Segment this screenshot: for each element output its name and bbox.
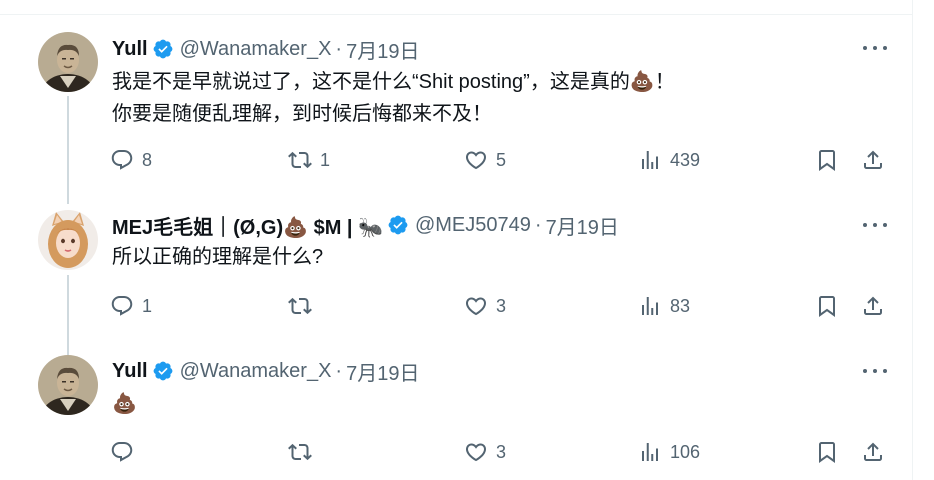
action-bar: 8 1 5 439 bbox=[108, 145, 890, 175]
bookmark-icon bbox=[815, 294, 839, 318]
display-name[interactable]: MEJ毛毛姐｜(Ø,G)💩 $M | 🐜 bbox=[112, 211, 383, 240]
like-count: 3 bbox=[496, 295, 507, 316]
views-icon bbox=[638, 294, 662, 318]
portrait-woman-animal-ears-icon bbox=[38, 210, 98, 270]
retweet-icon bbox=[288, 440, 312, 464]
tweet-text: 所以正确的理解是什么? bbox=[112, 241, 323, 273]
like-count: 5 bbox=[496, 149, 507, 170]
retweet-icon bbox=[288, 148, 312, 172]
heart-icon bbox=[464, 294, 488, 318]
user-handle[interactable]: @MEJ50749 bbox=[415, 214, 531, 237]
tweet-text-line: 我是不是早就说过了，这不是什么“Shit posting”，这是真的💩！ bbox=[112, 71, 675, 93]
user-handle[interactable]: @Wanamaker_X bbox=[180, 38, 332, 61]
tweet-text-line: 所以正确的理解是什么? bbox=[112, 246, 324, 268]
avatar[interactable] bbox=[38, 210, 98, 270]
like-button[interactable]: 3 bbox=[464, 437, 506, 467]
bookmark-button[interactable] bbox=[815, 145, 839, 175]
bookmark-button[interactable] bbox=[815, 437, 839, 467]
share-icon bbox=[861, 294, 885, 318]
share-icon bbox=[861, 148, 885, 172]
bookmark-icon bbox=[815, 148, 839, 172]
column-border bbox=[912, 0, 913, 480]
share-icon bbox=[861, 440, 885, 464]
retweet-button[interactable]: 1 bbox=[288, 145, 330, 175]
share-button[interactable] bbox=[861, 291, 885, 321]
view-count: 439 bbox=[670, 149, 701, 170]
more-options-icon[interactable] bbox=[860, 361, 890, 381]
avatar[interactable] bbox=[38, 32, 98, 92]
verified-badge-icon bbox=[152, 360, 174, 382]
action-bar: 1 3 83 bbox=[108, 291, 890, 321]
tweet-header: MEJ毛毛姐｜(Ø,G)💩 $M | 🐜 @MEJ50749 · 7月19日 bbox=[112, 211, 619, 240]
timestamp[interactable]: 7月19日 bbox=[546, 211, 619, 240]
bookmark-icon bbox=[815, 440, 839, 464]
separator-dot: · bbox=[335, 359, 343, 382]
avatar[interactable] bbox=[38, 355, 98, 415]
retweet-button[interactable] bbox=[288, 291, 320, 321]
tweet-3[interactable]: Yull @Wanamaker_X · 7月19日 💩 3 106 bbox=[0, 335, 912, 480]
heart-icon bbox=[464, 440, 488, 464]
portrait-man-sepia-icon bbox=[38, 32, 98, 92]
share-button[interactable] bbox=[861, 145, 885, 175]
view-count: 83 bbox=[670, 295, 691, 316]
tweet-2[interactable]: MEJ毛毛姐｜(Ø,G)💩 $M | 🐜 @MEJ50749 · 7月19日 所… bbox=[0, 195, 912, 355]
bookmark-button[interactable] bbox=[815, 291, 839, 321]
retweet-count: 1 bbox=[320, 149, 331, 170]
view-count: 106 bbox=[670, 441, 701, 462]
display-name[interactable]: Yull bbox=[112, 38, 148, 61]
user-handle[interactable]: @Wanamaker_X bbox=[180, 360, 332, 383]
views-icon bbox=[638, 148, 662, 172]
reply-count: 1 bbox=[142, 295, 153, 316]
reply-icon bbox=[110, 294, 134, 318]
like-button[interactable]: 5 bbox=[464, 145, 506, 175]
tweet-text: 我是不是早就说过了，这不是什么“Shit posting”，这是真的💩！ 你要是随… bbox=[112, 66, 675, 130]
views-icon bbox=[638, 440, 662, 464]
reply-icon bbox=[110, 440, 134, 464]
timestamp[interactable]: 7月19日 bbox=[346, 357, 419, 386]
separator-dot: · bbox=[534, 213, 542, 236]
heart-icon bbox=[464, 148, 488, 172]
tweet-text: 💩 bbox=[112, 388, 137, 420]
thread-line bbox=[67, 96, 69, 204]
retweet-button[interactable] bbox=[288, 437, 320, 467]
views-button[interactable]: 83 bbox=[638, 291, 690, 321]
more-options-icon[interactable] bbox=[860, 215, 890, 235]
reply-button[interactable]: 1 bbox=[110, 291, 152, 321]
display-name[interactable]: Yull bbox=[112, 360, 148, 383]
timestamp[interactable]: 7月19日 bbox=[346, 35, 419, 64]
tweet-1[interactable]: Yull @Wanamaker_X · 7月19日 我是不是早就说过了，这不是什… bbox=[0, 0, 912, 204]
separator-dot: · bbox=[335, 37, 343, 60]
verified-badge-icon bbox=[152, 38, 174, 60]
retweet-icon bbox=[288, 294, 312, 318]
reply-button[interactable]: 8 bbox=[110, 145, 152, 175]
reply-count: 8 bbox=[142, 149, 153, 170]
portrait-man-sepia-icon bbox=[38, 355, 98, 415]
views-button[interactable]: 439 bbox=[638, 145, 700, 175]
tweet-text-line: 💩 bbox=[112, 393, 137, 415]
verified-badge-icon bbox=[387, 214, 409, 236]
share-button[interactable] bbox=[861, 437, 885, 467]
like-button[interactable]: 3 bbox=[464, 291, 506, 321]
more-options-icon[interactable] bbox=[860, 38, 890, 58]
tweet-header: Yull @Wanamaker_X · 7月19日 bbox=[112, 357, 419, 386]
action-bar: 3 106 bbox=[108, 437, 890, 467]
reply-icon bbox=[110, 148, 134, 172]
tweet-text-line: 你要是随便乱理解，到时候后悔都来不及！ bbox=[112, 103, 492, 125]
views-button[interactable]: 106 bbox=[638, 437, 700, 467]
like-count: 3 bbox=[496, 441, 507, 462]
reply-button[interactable] bbox=[110, 437, 142, 467]
tweet-header: Yull @Wanamaker_X · 7月19日 bbox=[112, 35, 419, 64]
